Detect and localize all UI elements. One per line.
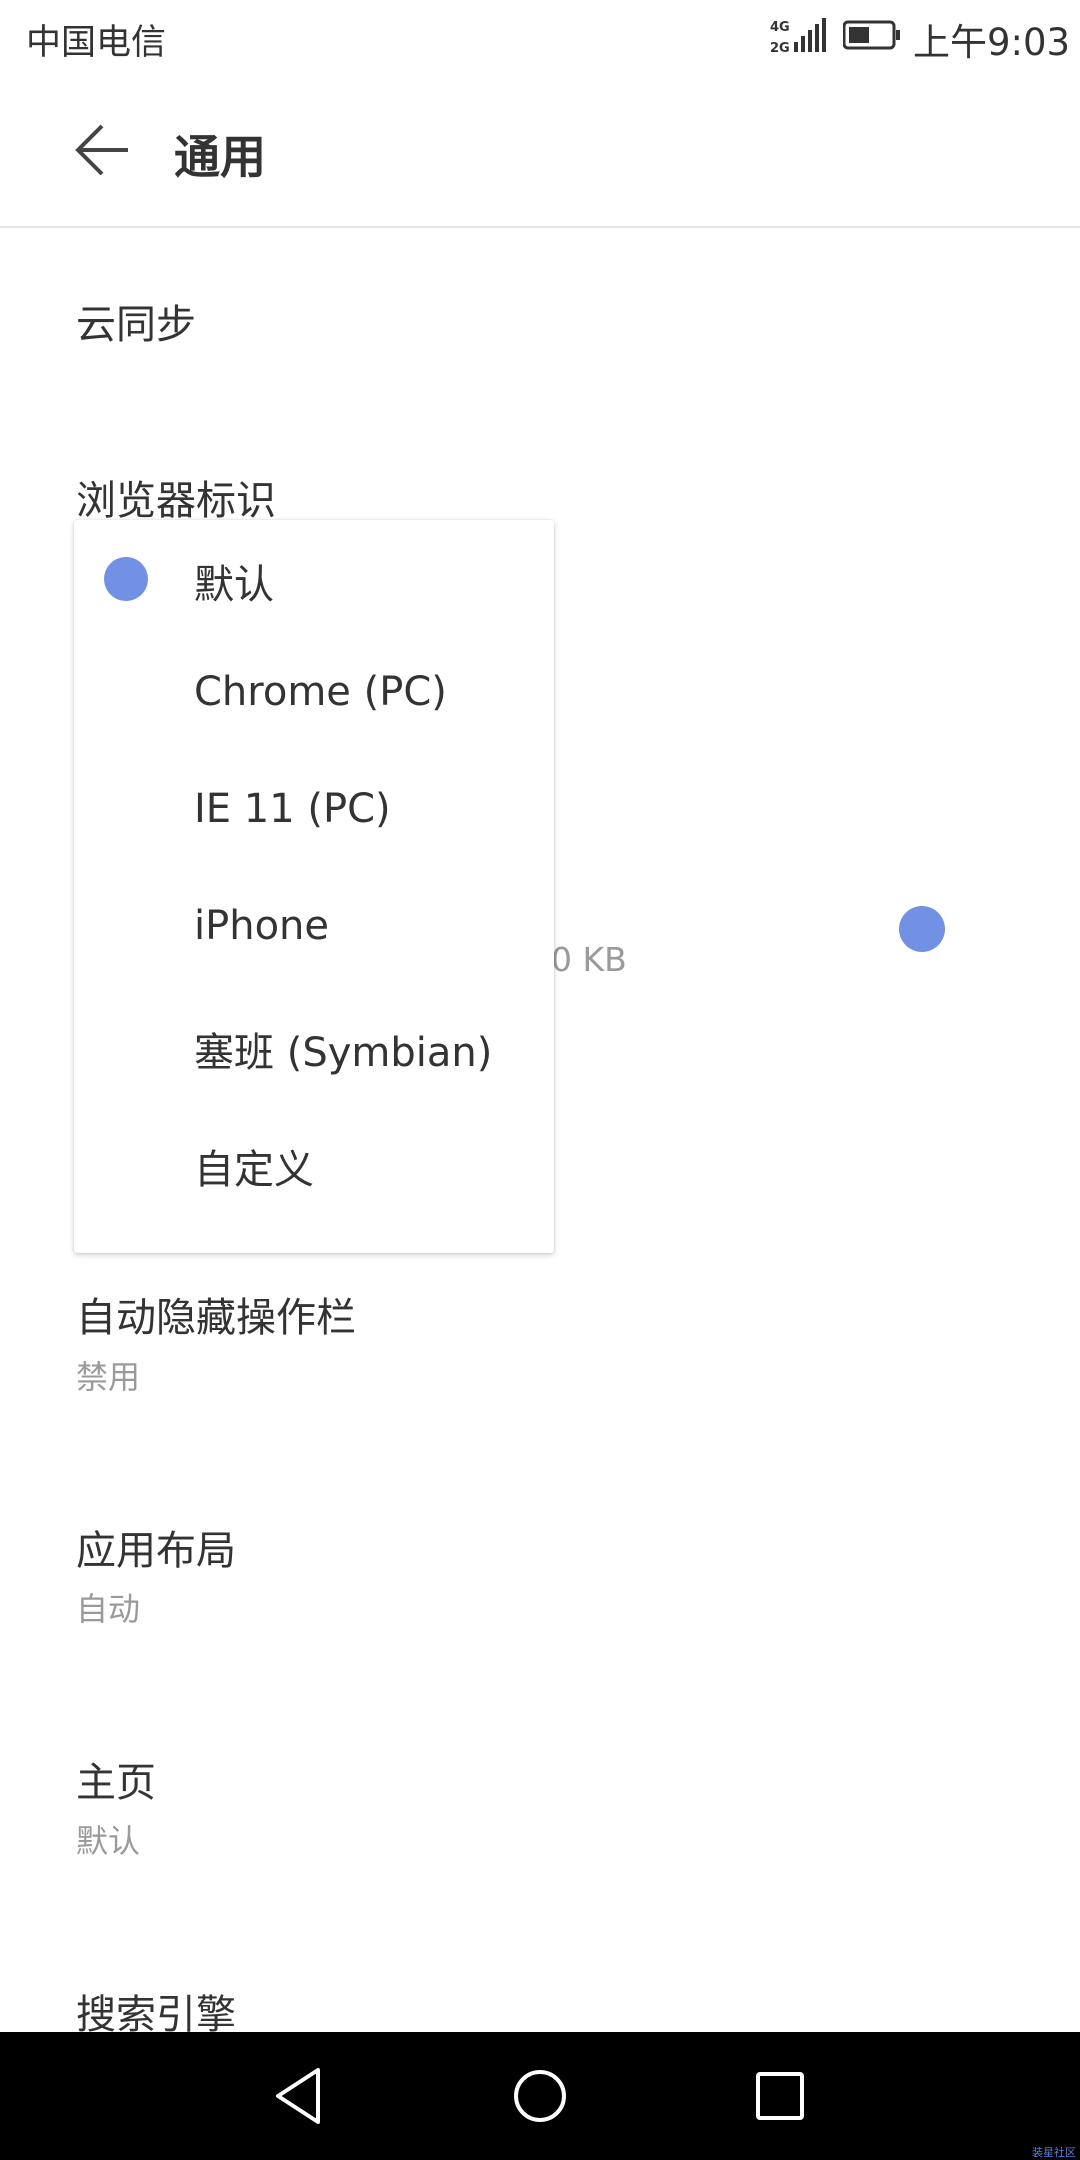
setting-home-page-value: 默认 bbox=[76, 1822, 141, 1860]
battery-icon bbox=[843, 20, 900, 50]
page-title: 通用 bbox=[174, 130, 266, 184]
ua-option-iphone[interactable]: iPhone bbox=[74, 871, 554, 988]
carrier-label: 中国电信 bbox=[26, 23, 167, 63]
circle-home-icon[interactable] bbox=[508, 2064, 572, 2128]
setting-browser-ua[interactable]: 浏览器标识 bbox=[76, 468, 276, 526]
setting-auto-hide-toolbar-value: 禁用 bbox=[76, 1358, 141, 1396]
toggle-indicator bbox=[899, 906, 945, 952]
square-recents-icon[interactable] bbox=[748, 2064, 812, 2128]
ua-option-symbian[interactable]: 塞班 (Symbian) bbox=[74, 988, 554, 1105]
status-bar: 中国电信 4G 2G 上午9:03 bbox=[0, 0, 1080, 76]
svg-text:4G: 4G bbox=[770, 20, 790, 35]
ua-option-label: iPhone bbox=[194, 903, 330, 949]
signal-icon: 4G 2G bbox=[770, 18, 826, 56]
ua-option-default[interactable]: 默认 bbox=[74, 520, 554, 637]
selected-radio-icon bbox=[104, 557, 148, 601]
watermark-text: 装星社区 bbox=[1032, 2146, 1076, 2159]
clock-label: 上午9:03 bbox=[913, 21, 1071, 64]
user-agent-popup: 默认 Chrome (PC) IE 11 (PC) iPhone 塞班 (Sym… bbox=[74, 520, 554, 1253]
ua-option-label: Chrome (PC) bbox=[194, 669, 447, 715]
arrow-left-icon[interactable] bbox=[68, 114, 140, 186]
ua-option-label: 塞班 (Symbian) bbox=[194, 1030, 493, 1076]
ua-option-ie11-pc[interactable]: IE 11 (PC) bbox=[74, 754, 554, 871]
triangle-back-icon[interactable] bbox=[268, 2064, 332, 2128]
setting-auto-hide-toolbar[interactable]: 自动隐藏操作栏 bbox=[76, 1285, 356, 1343]
system-nav-bar: 装星社区 bbox=[0, 2032, 1080, 2160]
ua-option-chrome-pc[interactable]: Chrome (PC) bbox=[74, 637, 554, 754]
setting-app-layout[interactable]: 应用布局 bbox=[76, 1518, 236, 1576]
svg-text:2G: 2G bbox=[770, 41, 790, 56]
setting-cloud-sync[interactable]: 云同步 bbox=[76, 292, 196, 350]
storage-size-value: 0 KB bbox=[551, 940, 627, 979]
setting-home-page[interactable]: 主页 bbox=[76, 1750, 156, 1808]
ua-option-custom[interactable]: 自定义 bbox=[74, 1105, 554, 1222]
ua-option-label: 默认 bbox=[194, 562, 274, 608]
app-bar: 通用 bbox=[0, 76, 1080, 228]
setting-app-layout-value: 自动 bbox=[76, 1590, 141, 1628]
ua-option-label: 自定义 bbox=[194, 1147, 314, 1193]
ua-option-label: IE 11 (PC) bbox=[194, 786, 391, 832]
